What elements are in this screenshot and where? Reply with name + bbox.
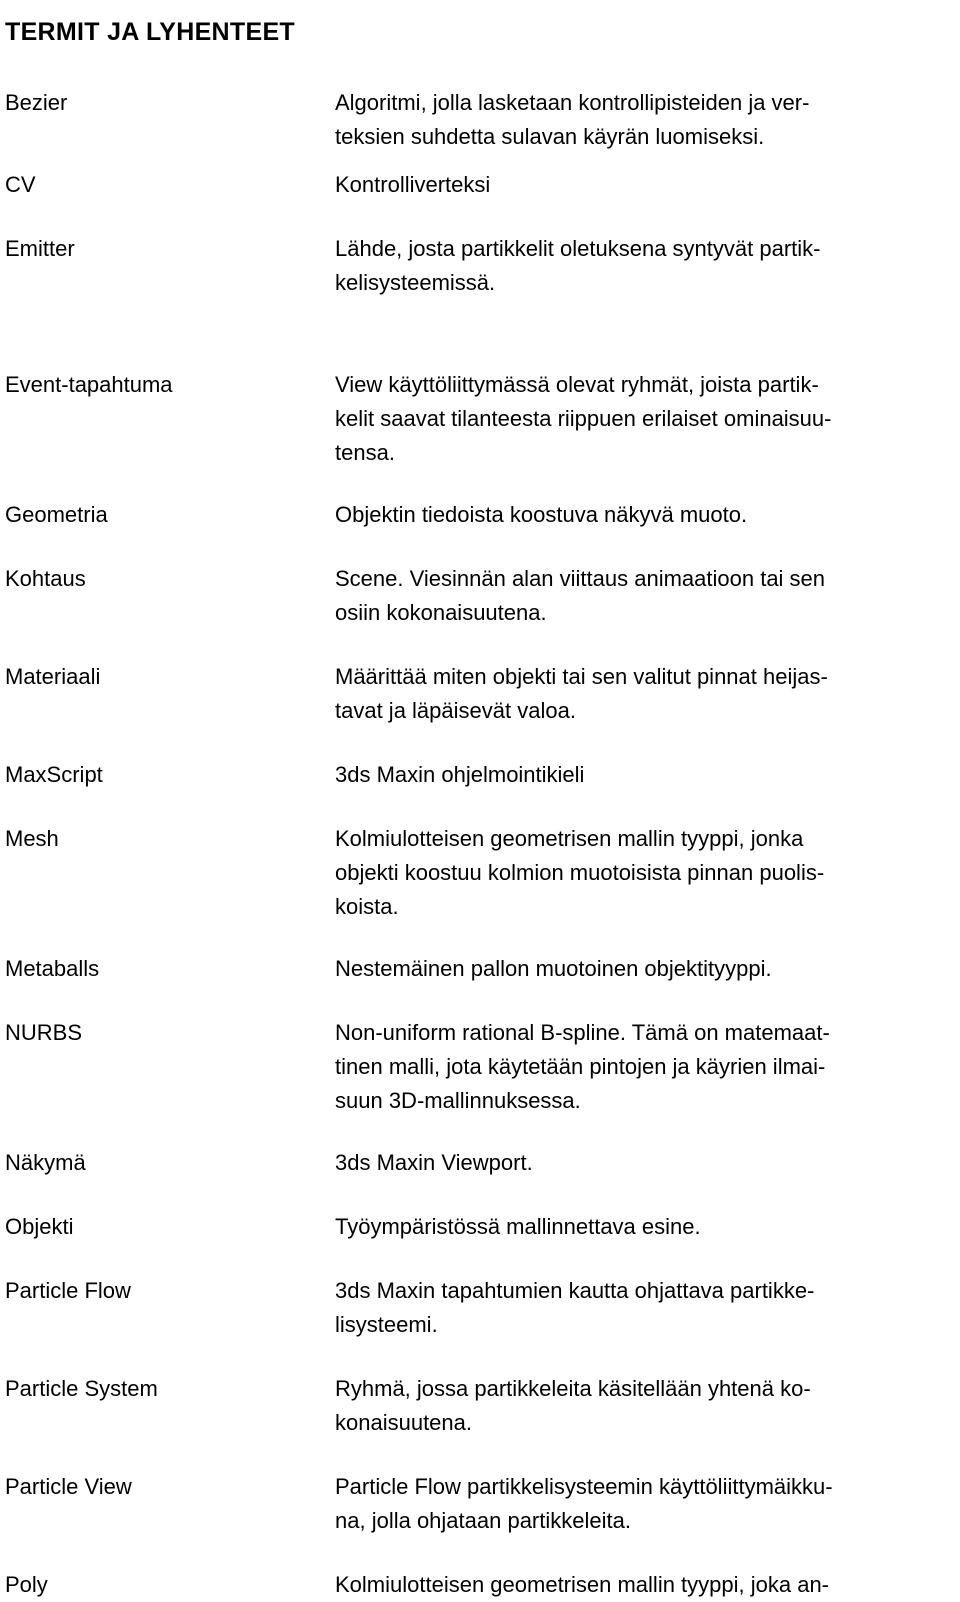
glossary-definition: 3ds Maxin ohjelmointikieli <box>335 758 950 792</box>
page-title: TERMIT JA LYHENTEET <box>5 17 295 46</box>
glossary-definition: Ryhmä, jossa partikkeleita käsitellään y… <box>335 1372 950 1440</box>
glossary-term: Materiaali <box>5 664 101 689</box>
glossary-definition-line: Objektin tiedoista koostuva näkyvä muoto… <box>335 502 748 527</box>
glossary-term: Particle View <box>5 1474 132 1499</box>
glossary-term: Geometria <box>5 502 108 527</box>
glossary-definition-line: Particle Flow partikkelisysteemin käyttö… <box>335 1474 833 1499</box>
glossary-definition-line: Kolmiulotteisen geometrisen mallin tyypp… <box>335 1572 830 1597</box>
glossary-term: Particle System <box>5 1376 158 1401</box>
glossary-definition-line: tensa. <box>335 440 395 465</box>
glossary-definition-line: Nestemäinen pallon muotoinen objektityyp… <box>335 956 772 981</box>
glossary-definition-line: Kontrolliverteksi <box>335 172 491 197</box>
glossary-definition: View käyttöliittymässä olevat ryhmät, jo… <box>335 368 950 470</box>
glossary-definition-line: Scene. Viesinnän alan viittaus animaatio… <box>335 566 826 591</box>
glossary-definition: Objektin tiedoista koostuva näkyvä muoto… <box>335 498 950 532</box>
glossary-term: CV <box>5 172 36 197</box>
glossary-definition-line: View käyttöliittymässä olevat ryhmät, jo… <box>335 372 819 397</box>
glossary-term: Event-tapahtuma <box>5 372 173 397</box>
glossary-term: Particle Flow <box>5 1278 131 1303</box>
glossary-definition-line: tinen malli, jota käytetään pintojen ja … <box>335 1054 826 1079</box>
glossary-definition-line: 3ds Maxin ohjelmointikieli <box>335 762 585 787</box>
glossary-definition: Algoritmi, jolla lasketaan kontrollipist… <box>335 86 950 154</box>
glossary-term: Bezier <box>5 90 68 115</box>
glossary-term: Objekti <box>5 1214 74 1239</box>
glossary-definition-line: kelit saavat tilanteesta riippuen erilai… <box>335 406 832 431</box>
glossary-term: Poly <box>5 1572 48 1597</box>
glossary-definition-line: tavat ja läpäisevät valoa. <box>335 698 576 723</box>
glossary-definition-line: Työympäristössä mallinnettava esine. <box>335 1214 701 1239</box>
glossary-definition-line: lisysteemi. <box>335 1312 438 1337</box>
glossary-definition-line: na, jolla ohjataan partikkeleita. <box>335 1508 631 1533</box>
glossary-definition-line: Lähde, josta partikkelit oletuksena synt… <box>335 236 821 261</box>
glossary-definition-line: Algoritmi, jolla lasketaan kontrollipist… <box>335 90 810 115</box>
glossary-definition: Scene. Viesinnän alan viittaus animaatio… <box>335 562 950 630</box>
glossary-term: Näkymä <box>5 1150 86 1175</box>
glossary-term: Kohtaus <box>5 566 86 591</box>
glossary-definition: Non-uniform rational B-spline. Tämä on m… <box>335 1016 950 1118</box>
glossary-definition-line: Kolmiulotteisen geometrisen mallin tyypp… <box>335 826 804 851</box>
glossary-definition: Työympäristössä mallinnettava esine. <box>335 1210 950 1244</box>
glossary-definition: Määrittää miten objekti tai sen valitut … <box>335 660 950 728</box>
document-page: TERMIT JA LYHENTEET Bezier Algoritmi, jol… <box>0 0 960 1597</box>
glossary-definition: Nestemäinen pallon muotoinen objektityyp… <box>335 952 950 986</box>
glossary-definition-line: Määrittää miten objekti tai sen valitut … <box>335 664 828 689</box>
glossary-definition-line: koista. <box>335 894 399 919</box>
glossary-definition-line: objekti koostuu kolmion muotoisista pinn… <box>335 860 825 885</box>
glossary-definition-line: kelisysteemissä. <box>335 270 496 295</box>
glossary-definition-line: suun 3D-mallinnuksessa. <box>335 1088 581 1113</box>
glossary-term: Metaballs <box>5 956 100 981</box>
glossary-definition: Kontrolliverteksi <box>335 168 950 202</box>
glossary-definition: 3ds Maxin tapahtumien kautta ohjattava p… <box>335 1274 950 1342</box>
glossary-definition-line: konaisuutena. <box>335 1410 472 1435</box>
glossary-definition-line: 3ds Maxin Viewport. <box>335 1150 533 1175</box>
glossary-definition: Kolmiulotteisen geometrisen mallin tyypp… <box>335 1568 950 1602</box>
glossary-term: MaxScript <box>5 762 103 787</box>
glossary-term: Emitter <box>5 236 75 261</box>
glossary-definition-line: 3ds Maxin tapahtumien kautta ohjattava p… <box>335 1278 815 1303</box>
glossary-definition: Particle Flow partikkelisysteemin käyttö… <box>335 1470 950 1538</box>
glossary-definition: 3ds Maxin Viewport. <box>335 1146 950 1180</box>
glossary-term: Mesh <box>5 826 59 851</box>
glossary-term: NURBS <box>5 1020 83 1045</box>
glossary-definition-line: Ryhmä, jossa partikkeleita käsitellään y… <box>335 1376 811 1401</box>
glossary-definition-line: teksien suhdetta sulavan käyrän luomisek… <box>335 124 765 149</box>
glossary-definition-line: osiin kokonaisuutena. <box>335 600 547 625</box>
glossary-definition-line: Non-uniform rational B-spline. Tämä on m… <box>335 1020 830 1045</box>
glossary-definition: Lähde, josta partikkelit oletuksena synt… <box>335 232 950 300</box>
glossary-definition: Kolmiulotteisen geometrisen mallin tyypp… <box>335 822 950 924</box>
